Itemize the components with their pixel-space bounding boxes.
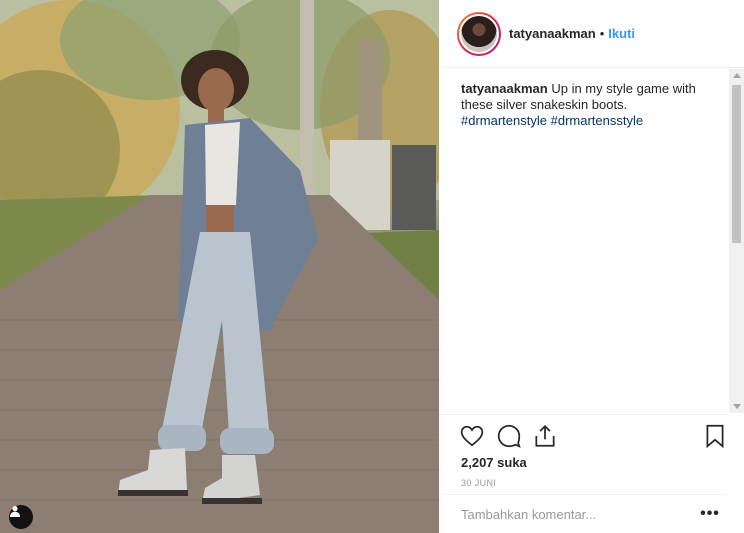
scroll-up-icon[interactable] <box>733 73 741 78</box>
post-photo-illustration <box>0 0 439 533</box>
hashtag-link[interactable]: #drmartenstyle <box>461 113 547 128</box>
caption: tatyanaakman Up in my style game with th… <box>439 69 729 129</box>
likes-count[interactable]: 2,207 suka <box>461 455 527 470</box>
post-side-panel: tatyanaakman • Ikuti tatyanaakman Up in … <box>439 0 744 533</box>
tagged-user-icon[interactable] <box>9 505 33 529</box>
share-icon[interactable] <box>532 423 558 449</box>
comment-icon[interactable] <box>496 423 522 449</box>
bookmark-icon[interactable] <box>702 423 728 449</box>
heart-icon[interactable] <box>459 423 485 449</box>
header-username[interactable]: tatyanaakman <box>509 26 596 41</box>
comments-scrollbar[interactable] <box>729 69 744 413</box>
scroll-thumb[interactable] <box>732 85 741 243</box>
avatar-image <box>459 13 499 54</box>
comments-area[interactable]: tatyanaakman Up in my style game with th… <box>439 69 729 414</box>
comment-input[interactable] <box>445 506 695 522</box>
add-comment-row: ••• <box>445 494 725 533</box>
post-photo[interactable] <box>0 0 439 533</box>
avatar[interactable] <box>457 11 501 56</box>
follow-button[interactable]: Ikuti <box>608 26 635 41</box>
action-bar <box>439 414 729 454</box>
hashtag-link[interactable]: #drmartensstyle <box>551 113 643 128</box>
scroll-down-icon[interactable] <box>733 404 741 409</box>
header-separator: • <box>599 26 605 41</box>
post-date[interactable]: 30 JUNI <box>461 478 496 488</box>
more-options-button[interactable]: ••• <box>695 505 725 523</box>
post-header: tatyanaakman • Ikuti <box>439 0 744 68</box>
caption-username[interactable]: tatyanaakman <box>461 81 548 96</box>
